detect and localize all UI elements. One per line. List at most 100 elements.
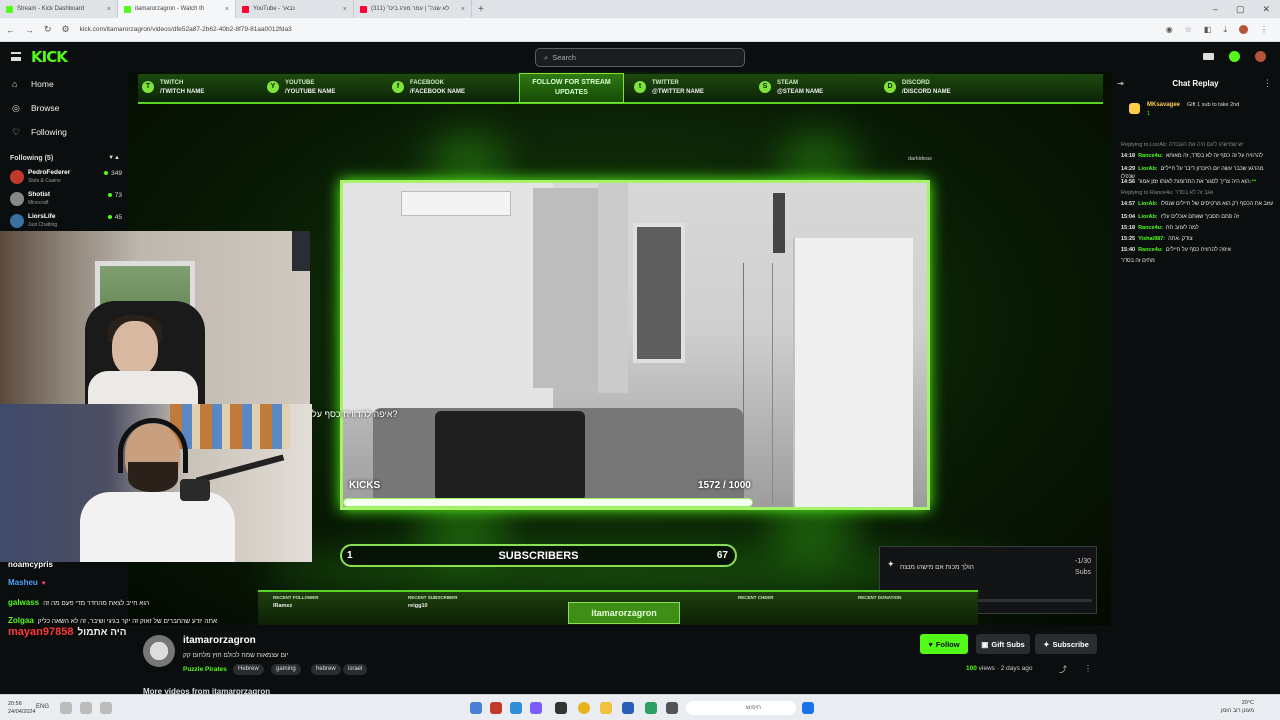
more-icon[interactable]: ⋮: [1263, 78, 1272, 89]
sort-icon[interactable]: ▼▲: [108, 155, 120, 161]
chat-username[interactable]: Rance4u:: [1138, 247, 1163, 253]
tab-title: Stream - Kick Dashboard: [17, 6, 85, 12]
reload-icon[interactable]: ↻: [44, 24, 52, 35]
extensions-icon[interactable]: ◧: [1204, 25, 1212, 35]
volume-icon[interactable]: [80, 702, 92, 714]
channel-category: Just Chatting: [28, 222, 58, 228]
weather-widget[interactable]: 20°C מעונן רוב הזמן: [1221, 699, 1254, 715]
overlay-chat-line: noamcypris: [8, 560, 53, 569]
site-info-icon[interactable]: ⚙: [62, 24, 70, 35]
chat-username[interactable]: Rance4u:: [1138, 225, 1163, 231]
reply-text: Replying to Rance4u: אגב זה לא בסדר: [1121, 190, 1214, 196]
forward-icon[interactable]: →: [25, 25, 34, 35]
chat-username[interactable]: Rance4u:: [1138, 153, 1163, 159]
more-icon[interactable]: ⋮: [1084, 664, 1092, 673]
kick-coins-icon[interactable]: [1229, 51, 1240, 62]
chat-timestamp: 14:57: [1121, 201, 1136, 207]
channel-name: PedroFederer: [28, 169, 71, 176]
room-camera-feed: KICKS 1572 / 1000: [340, 180, 930, 510]
sidebar-item-home[interactable]: ⌂ Home: [12, 79, 54, 89]
eye-off-icon[interactable]: ◉: [1166, 25, 1173, 35]
streamer-name[interactable]: itamarorzagron: [183, 635, 256, 646]
hamburger-menu-icon[interactable]: [11, 52, 21, 61]
follow-button[interactable]: ♥ Follow: [920, 634, 968, 654]
chat-username: mayan97858: [8, 626, 74, 638]
close-icon[interactable]: ×: [107, 6, 111, 13]
browser-tab-active[interactable]: itamarorzagron - Watch th ×: [118, 0, 236, 18]
close-icon[interactable]: ×: [461, 6, 465, 13]
subscribe-button[interactable]: ✦ Subscribe: [1035, 634, 1097, 654]
wallet-icon[interactable]: [1203, 53, 1214, 60]
kebab-menu-icon[interactable]: ⋮: [1260, 25, 1268, 35]
close-icon[interactable]: ×: [225, 6, 229, 13]
app-icon[interactable]: [555, 702, 567, 714]
star-icon[interactable]: ☆: [1185, 25, 1192, 35]
stream-category[interactable]: Puzzle Pirates: [183, 666, 227, 673]
search-input[interactable]: ⌕ Search: [535, 48, 745, 67]
social-handle: @TWITTER NAME: [652, 89, 704, 95]
close-icon[interactable]: ×: [343, 6, 347, 13]
tag[interactable]: hebrew: [311, 664, 341, 675]
app-icon[interactable]: [470, 702, 482, 714]
goal-text: הולך מכות אם מישהו מנצח: [900, 564, 974, 571]
donation-alert-text: איפה להרוויח כסף על?: [312, 409, 398, 419]
sidebar-item-following[interactable]: ♡ Following: [12, 127, 67, 137]
reply-context: Replying to Rance4u: אגב זה לא בסדר: [1121, 189, 1276, 197]
star-icon: ✦: [1043, 639, 1050, 649]
new-tab-button[interactable]: +: [472, 4, 490, 15]
followed-channel[interactable]: LiorsLife Just Chatting 45: [10, 212, 122, 232]
chrome-icon[interactable]: [578, 702, 590, 714]
kick-logo[interactable]: KICK: [31, 48, 68, 66]
chat-text: זה סתם תסביך שאתם אוכלים עליו: [1160, 214, 1240, 220]
taskbar-search[interactable]: חיפוש: [686, 701, 796, 715]
sidebar-item-browse[interactable]: ◎ Browse: [12, 103, 59, 113]
social-steam: S STEAM @STEAM NAME: [755, 74, 880, 102]
browser-tab[interactable]: (311) "לא שנה" | עמר מורג ביט ×: [354, 0, 472, 18]
battery-icon[interactable]: [100, 702, 112, 714]
url-field[interactable]: kick.com/itamarorzagron/videos/dfe52a87-…: [80, 26, 1156, 33]
network-icon[interactable]: [60, 702, 72, 714]
followed-channel[interactable]: Shotist Minecraft 73: [10, 190, 122, 210]
followed-channel[interactable]: PedroFederer Slots & Casino 349: [10, 168, 122, 188]
share-icon[interactable]: ⤴: [1059, 664, 1067, 675]
recent-sub-label: RECENT SUBSCRIBER: [408, 595, 458, 600]
app-icon[interactable]: [622, 702, 634, 714]
download-icon[interactable]: ⤓: [1223, 25, 1227, 35]
overlay-credit: darkideas: [908, 156, 932, 162]
social-platform: STEAM: [777, 80, 798, 86]
chat-username[interactable]: LiorAb:: [1138, 201, 1158, 207]
chat-message: 14:57 LiorAb: עזוב את הכסף רק הוא מרטיסים …: [1121, 200, 1276, 208]
chat-username[interactable]: ייי:: [1250, 179, 1257, 185]
channel-name: LiorsLife: [28, 213, 56, 220]
close-window-icon[interactable]: ✕: [1262, 4, 1270, 15]
kicks-progress-fill: [344, 499, 752, 506]
minimize-icon[interactable]: –: [1213, 4, 1218, 15]
chat-text: איפה להרוויח כסף על חיילים: [1165, 247, 1232, 253]
tag[interactable]: Hebrew: [233, 664, 264, 675]
pinned-gift-message[interactable]: MKsavagee Gift 1 sub to take 2nd 1: [1117, 98, 1277, 126]
app-icon[interactable]: [645, 702, 657, 714]
app-icon[interactable]: [510, 702, 522, 714]
gift-subs-button[interactable]: ▣ Gift Subs: [976, 634, 1030, 654]
clock[interactable]: 20:56 24/04/2024: [8, 700, 36, 716]
avatar[interactable]: [1255, 51, 1266, 62]
avatar[interactable]: [143, 635, 175, 667]
app-icon[interactable]: [530, 702, 542, 714]
social-platform: TWITTER: [652, 80, 679, 86]
language-indicator[interactable]: ENG: [36, 704, 49, 710]
avatar: [10, 214, 24, 228]
app-icon[interactable]: [490, 702, 502, 714]
profile-icon[interactable]: [1239, 24, 1248, 34]
browser-tab[interactable]: Stream - Kick Dashboard ×: [0, 0, 118, 18]
file-explorer-icon[interactable]: [600, 702, 612, 714]
windows-start-icon[interactable]: [802, 702, 814, 714]
app-icon[interactable]: [666, 702, 678, 714]
chat-username[interactable]: LiorAb:: [1138, 214, 1158, 220]
tag[interactable]: israel: [343, 664, 368, 675]
maximize-icon[interactable]: ▢: [1236, 4, 1245, 15]
chat-username[interactable]: LiorAb:: [1138, 166, 1158, 172]
chat-username[interactable]: Yishai987:: [1138, 236, 1165, 242]
back-icon[interactable]: ←: [6, 25, 15, 35]
browser-tab[interactable]: YouTube - נבאר ×: [236, 0, 354, 18]
tag[interactable]: gaming: [271, 664, 301, 675]
